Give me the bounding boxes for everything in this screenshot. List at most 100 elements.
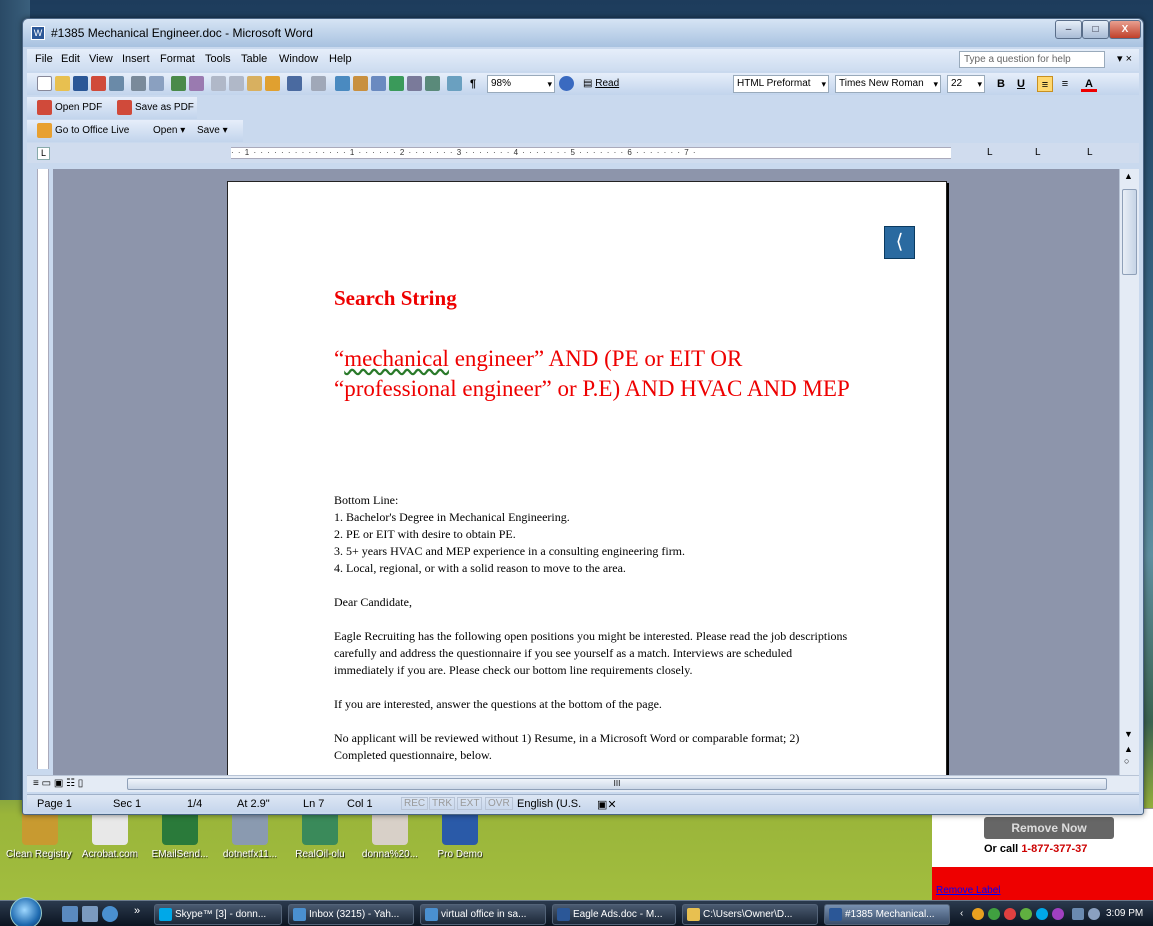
status-rec[interactable]: REC	[401, 797, 429, 810]
switch-windows-icon[interactable]	[82, 906, 98, 922]
justify-button[interactable]: ≡	[1057, 76, 1073, 92]
status-trk[interactable]: TRK	[429, 797, 455, 810]
vertical-ruler[interactable]	[37, 169, 49, 769]
desktop-icon-label[interactable]: Acrobat.com	[82, 849, 138, 860]
prev-page-icon[interactable]: ▲	[1124, 744, 1133, 754]
desktop-icon[interactable]: dotnetfx11...	[216, 805, 284, 880]
select-browse-icon[interactable]: ○	[1124, 756, 1129, 766]
desktop-icon[interactable]: donna%20...	[356, 805, 424, 880]
new-doc-icon[interactable]	[37, 76, 52, 91]
remove-now-button[interactable]: Remove Now	[984, 817, 1114, 839]
print-preview-icon[interactable]	[149, 76, 164, 91]
font-color-button[interactable]: A	[1081, 76, 1097, 92]
read-button[interactable]: ▤ Read	[583, 76, 619, 92]
print-icon[interactable]	[131, 76, 146, 91]
menu-insert[interactable]: Insert	[122, 53, 150, 65]
show-hide-icon[interactable]: ¶	[465, 76, 481, 92]
tab-stop-icon[interactable]: L	[1035, 147, 1041, 158]
desktop-icon[interactable]: RealOil-olu	[286, 805, 354, 880]
menu-help[interactable]: Help	[329, 53, 352, 65]
status-ovr[interactable]: OVR	[485, 797, 513, 810]
desktop-icon[interactable]: Acrobat.com	[76, 805, 144, 880]
network-icon[interactable]	[1072, 908, 1084, 920]
columns-icon[interactable]	[407, 76, 422, 91]
tray-icon-2[interactable]	[988, 908, 1000, 920]
view-buttons-icon[interactable]: ≡ ▭ ▣ ☷ ▯	[33, 778, 83, 789]
desktop-icon-label[interactable]: EMailSend...	[152, 849, 209, 860]
desktop-icon[interactable]: Clean Registry f...	[6, 805, 74, 880]
paste-icon[interactable]	[247, 76, 262, 91]
word-doc-icon[interactable]: W	[31, 26, 45, 40]
drawing-icon[interactable]	[425, 76, 440, 91]
desktop-icon-label[interactable]: Pro Demo	[437, 849, 482, 860]
taskbar-button[interactable]: #1385 Mechanical...	[824, 904, 950, 925]
undo-icon[interactable]	[287, 76, 302, 91]
vertical-scrollbar[interactable]: ▲ ▼ ▲ ○	[1119, 169, 1139, 775]
close-button[interactable]: X	[1109, 20, 1141, 39]
tray-icon-1[interactable]	[972, 908, 984, 920]
style-select[interactable]: HTML Preformat	[733, 75, 829, 93]
tray-skype-icon[interactable]	[1036, 908, 1048, 920]
menu-format[interactable]: Format	[160, 53, 195, 65]
document-page[interactable]: ⟨ Search String “mechanical engineer” AN…	[227, 181, 947, 775]
desktop-icon-label[interactable]: RealOil-olu	[295, 849, 344, 860]
horizontal-ruler[interactable]: L · · 1 · · · · · · · · · · · · · · 1 · …	[27, 143, 1139, 163]
desktop-icon-label[interactable]: Clean Registry f...	[6, 849, 74, 860]
minimize-button[interactable]: –	[1055, 20, 1082, 39]
desktop-icon[interactable]: Pro Demo	[426, 805, 494, 880]
menu-edit[interactable]: Edit	[61, 53, 80, 65]
spelling-icon[interactable]	[171, 76, 186, 91]
bold-button[interactable]: B	[993, 76, 1009, 92]
zoom-select[interactable]: 98%	[487, 75, 555, 93]
tray-icon-6[interactable]	[1052, 908, 1064, 920]
research-icon[interactable]	[189, 76, 204, 91]
help-icon[interactable]	[559, 76, 574, 91]
font-size-select[interactable]: 22	[947, 75, 985, 93]
status-ext[interactable]: EXT	[457, 797, 483, 810]
tab-selector[interactable]: L	[37, 147, 50, 160]
clock[interactable]: 3:09 PM	[1106, 904, 1143, 924]
menu-window[interactable]: Window	[279, 53, 318, 65]
vertical-scroll-thumb[interactable]	[1122, 189, 1137, 275]
ie-icon[interactable]	[102, 906, 118, 922]
taskbar-button[interactable]: Eagle Ads.doc - M...	[552, 904, 676, 925]
open-pdf-button[interactable]: Open PDF	[55, 100, 102, 116]
go-to-office-live-button[interactable]: Go to Office Live	[55, 123, 129, 139]
volume-icon[interactable]	[1088, 908, 1100, 920]
menu-file[interactable]: File	[35, 53, 53, 65]
maximize-button[interactable]: □	[1082, 20, 1109, 39]
ruler-strip[interactable]: · · 1 · · · · · · · · · · · · · · 1 · · …	[231, 147, 951, 159]
document-map-icon[interactable]	[447, 76, 462, 91]
scroll-down-icon[interactable]: ▼	[1124, 729, 1133, 739]
menu-table[interactable]: Table	[241, 53, 267, 65]
copy-icon[interactable]	[229, 76, 244, 91]
save-as-pdf-button[interactable]: Save as PDF	[135, 100, 194, 116]
taskbar-button[interactable]: Skype™ [3] - donn...	[154, 904, 282, 925]
tables-borders-icon[interactable]	[353, 76, 368, 91]
permission-icon[interactable]	[91, 76, 106, 91]
underline-button[interactable]: U	[1013, 76, 1029, 92]
help-search-input[interactable]: Type a question for help	[959, 51, 1105, 68]
insert-excel-icon[interactable]	[389, 76, 404, 91]
desktop-icon-label[interactable]: donna%20...	[362, 849, 418, 860]
status-language[interactable]: English (U.S.	[517, 798, 581, 810]
office-open-button[interactable]: Open ▾	[153, 123, 185, 139]
horizontal-scroll-thumb[interactable]: III	[127, 778, 1107, 790]
font-select[interactable]: Times New Roman	[835, 75, 941, 93]
tab-stop-icon[interactable]: L	[987, 147, 993, 158]
cut-icon[interactable]	[211, 76, 226, 91]
taskbar-button[interactable]: virtual office in sa...	[420, 904, 546, 925]
tray-icon-3[interactable]	[1004, 908, 1016, 920]
open-icon[interactable]	[55, 76, 70, 91]
hyperlink-icon[interactable]	[335, 76, 350, 91]
spelling-status-icon[interactable]: ▣✕	[597, 798, 617, 811]
overflow-chevron[interactable]: »	[134, 905, 140, 917]
tray-expand-icon[interactable]: ‹	[960, 904, 963, 924]
taskbar-button[interactable]: Inbox (3215) - Yah...	[288, 904, 414, 925]
format-painter-icon[interactable]	[265, 76, 280, 91]
title-bar[interactable]: W #1385 Mechanical Engineer.doc - Micros…	[23, 19, 1143, 47]
email-icon[interactable]	[109, 76, 124, 91]
remove-label-link[interactable]: Remove Label	[936, 885, 1000, 896]
start-button[interactable]	[10, 897, 42, 926]
redo-icon[interactable]	[311, 76, 326, 91]
